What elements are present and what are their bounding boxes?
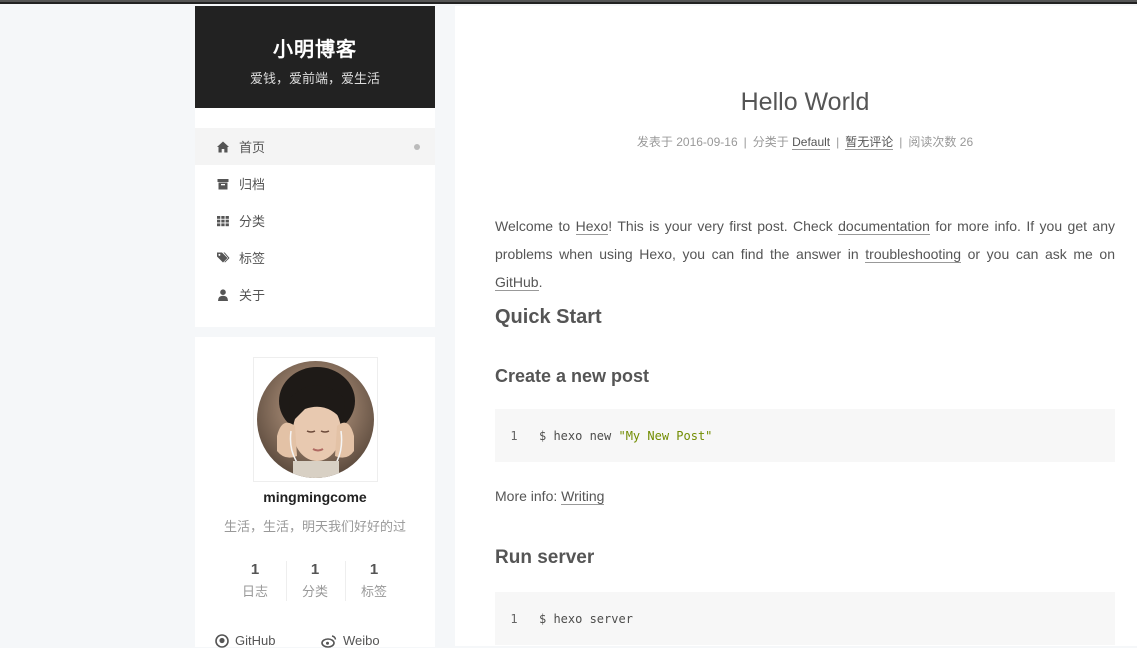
site-title[interactable]: 小明博客: [195, 33, 435, 62]
weibo-icon: [321, 634, 337, 648]
menu-item-categories[interactable]: 分类: [195, 202, 435, 239]
stat-categories[interactable]: 1 分类: [285, 561, 345, 600]
menu-label-tags: 标签: [239, 251, 266, 266]
stat-label: 分类: [301, 584, 328, 599]
th-icon: [217, 215, 229, 226]
hexo-link[interactable]: Hexo: [575, 218, 609, 235]
stat-posts[interactable]: 1 日志: [225, 561, 285, 600]
author-overview: mingmingcome 生活，生活，明天我们好好的过 1 日志 1 分类 1 …: [195, 337, 435, 648]
main-content: Hello World 发表于 2016-09-16 | 分类于 Default | 暂…: [455, 6, 1137, 646]
site-brand: 小明博客 爱钱，爱前端，爱生活: [195, 6, 435, 108]
github-link[interactable]: GitHub: [215, 633, 275, 648]
comments-link[interactable]: 暂无评论: [845, 135, 894, 150]
category-link[interactable]: Default: [792, 135, 831, 150]
stat-tags[interactable]: 1 标签: [344, 561, 404, 600]
menu-label-home: 首页: [239, 140, 266, 155]
documentation-link[interactable]: documentation: [838, 218, 930, 235]
stat-label: 标签: [360, 584, 387, 599]
stat-count: 1: [310, 561, 320, 578]
github-link-inline[interactable]: GitHub: [495, 274, 539, 291]
posted-label: 发表于: [636, 135, 673, 149]
line-number: 1: [510, 428, 518, 443]
sidebar-menu: 首页 归档 分类 标签 关于: [195, 108, 435, 327]
post-intro: Welcome to Hexo! This is your very first…: [495, 212, 1115, 296]
code-line: $ hexo new "My New Post": [539, 429, 712, 443]
intro-text: Welcome to: [495, 218, 576, 234]
avatar[interactable]: [257, 361, 374, 478]
top-border: [0, 0, 1137, 4]
writing-link[interactable]: Writing: [561, 488, 605, 505]
intro-text: .: [538, 274, 543, 290]
menu-item-home[interactable]: 首页: [195, 128, 435, 165]
line-number: 1: [510, 611, 518, 626]
menu-item-tags[interactable]: 标签: [195, 239, 435, 276]
code-command: $ hexo new: [539, 428, 619, 443]
active-dot: [414, 143, 420, 150]
more-info: More info: Writing: [495, 488, 605, 505]
views-label: 阅读次数: [908, 135, 957, 149]
stat-count: 1: [250, 561, 260, 578]
code-block-server[interactable]: 1 $ hexo server: [495, 592, 1115, 645]
archive-icon: [217, 178, 229, 189]
post-meta: 发表于 2016-09-16 | 分类于 Default | 暂无评论 | 阅读次数 26: [636, 135, 974, 150]
views-count: 26: [959, 135, 974, 149]
more-info-label: More info:: [495, 488, 562, 504]
run-server-heading: Run server: [495, 547, 595, 568]
github-icon: [215, 633, 229, 648]
post-title[interactable]: Hello World: [455, 88, 1137, 117]
weibo-link[interactable]: Weibo: [321, 633, 380, 648]
menu-label-categories: 分类: [239, 214, 266, 229]
avatar-image: [257, 361, 374, 478]
quick-start-heading: Quick Start: [495, 306, 602, 328]
code-string: "My New Post": [618, 428, 713, 443]
stat-count: 1: [369, 561, 379, 578]
menu-item-archive[interactable]: 归档: [195, 165, 435, 202]
author-description: 生活，生活，明天我们好好的过: [223, 519, 406, 534]
menu-item-about[interactable]: 关于: [195, 276, 435, 313]
post-date: 2016-09-16: [676, 135, 738, 149]
github-link-label: GitHub: [235, 633, 276, 648]
menu-label-about: 关于: [239, 288, 266, 303]
code-block-new-post[interactable]: 1 $ hexo new "My New Post": [495, 409, 1115, 462]
intro-text: ! This is your very first post. Check: [608, 218, 839, 234]
site-subtitle: 爱钱，爱前端，爱生活: [249, 71, 380, 86]
tags-icon: [217, 252, 230, 262]
author-name: mingmingcome: [263, 489, 367, 505]
stat-label: 日志: [241, 584, 268, 599]
home-icon: [217, 141, 229, 152]
code-line: $ hexo server: [539, 611, 633, 626]
category-label: 分类于: [752, 135, 789, 149]
intro-text: or you can ask me on: [961, 246, 1115, 262]
troubleshooting-link[interactable]: troubleshooting: [865, 246, 962, 263]
create-post-heading: Create a new post: [495, 366, 650, 386]
weibo-link-label: Weibo: [343, 633, 380, 648]
menu-label-archive: 归档: [239, 177, 266, 192]
avatar-frame: [253, 357, 378, 482]
user-icon: [218, 288, 228, 301]
